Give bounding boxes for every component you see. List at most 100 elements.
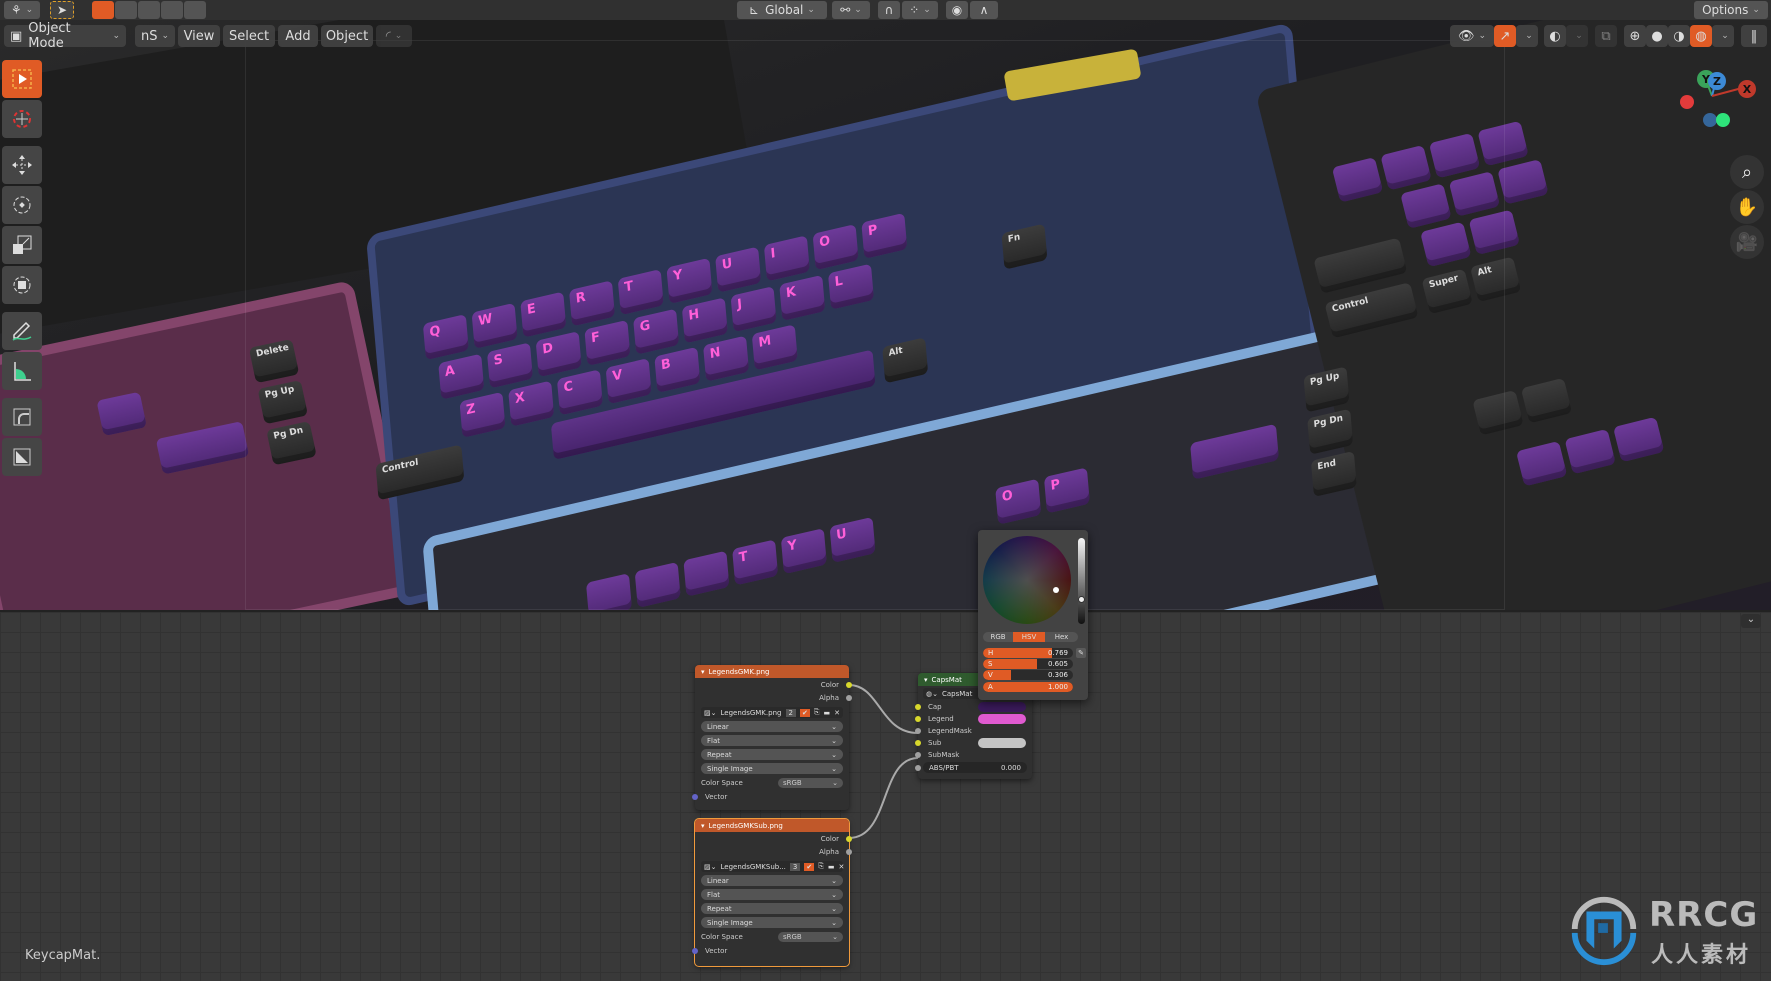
select-mode-extend-icon[interactable] [115,1,137,19]
image-name[interactable]: LegendsGMK.png [720,709,781,717]
folder-icon[interactable]: ▬ [828,863,835,871]
color-space-dropdown[interactable]: sRGB ⌄ [778,777,843,788]
interpolation-dropdown[interactable]: Linear ⌄ [701,875,843,886]
output-socket[interactable] [846,694,852,701]
extension-dropdown[interactable]: Repeat ⌄ [701,903,843,914]
color-picker-popup[interactable]: RGB HSV Hex H 0.769 S 0.605 V 0.306 A 1.000 … [978,530,1088,700]
output-socket[interactable] [846,848,852,855]
input-socket[interactable] [915,752,921,758]
gizmo-neg-x[interactable] [1680,95,1694,109]
input-socket[interactable] [915,704,921,710]
snap-target-dropdown[interactable]: ⁘ ⌄ [902,1,938,19]
mode-dropdown[interactable]: ▣ Object Mode ⌄ [4,21,126,51]
wheel-cursor[interactable] [1053,587,1059,593]
image-texture-node-legends-sub[interactable]: ▾ LegendsGMKSub.png Color Alpha ▨⌄ Legends… [692,818,852,967]
saturation-field[interactable]: S 0.605 [983,659,1073,669]
value-field[interactable]: V 0.306 [983,670,1073,680]
input-socket[interactable] [915,728,921,734]
editor-type-button[interactable]: ⚘ ⌄ [4,1,40,19]
view-layer-dropdown[interactable]: nS ⌄ [135,25,175,47]
projection-dropdown[interactable]: Flat ⌄ [701,889,843,900]
tool-add-primitive[interactable] [2,438,42,476]
overlays-dropdown[interactable]: ⌄ [1566,25,1588,47]
shading-material[interactable]: ◑ [1668,25,1690,47]
tool-add-cube[interactable] [2,398,42,436]
unlink-icon[interactable]: ✕ [838,863,844,871]
color-space-dropdown[interactable]: sRGB ⌄ [778,931,843,942]
legend-color-swatch[interactable] [978,714,1026,724]
shading-rendered[interactable]: ◍ [1690,25,1712,47]
image-datablock[interactable]: ▨⌄ LegendsGMKSub... 3 ✔ ⎘ ▬ ✕ [701,861,844,872]
snap-toggle[interactable]: ∩ [878,1,900,19]
tool-cursor[interactable] [2,100,42,138]
gizmo-neg-z[interactable] [1703,113,1717,127]
cap-color-swatch[interactable] [978,702,1026,712]
menu-select[interactable]: Select [223,25,275,47]
abs-pbt-field[interactable]: ABS/PBT 0.000 [915,762,1027,773]
input-socket[interactable] [915,716,921,722]
node-header[interactable]: ▾ LegendsGMK.png [695,665,849,678]
select-tool-icon[interactable]: ➤ [50,1,74,19]
input-socket[interactable] [915,740,921,746]
copy-icon[interactable]: ⎘ [818,862,824,871]
sub-color-swatch[interactable] [978,738,1026,748]
extension-dropdown[interactable]: Repeat ⌄ [701,749,843,760]
value-slider[interactable] [1078,538,1085,624]
tab-hex[interactable]: Hex [1045,632,1078,642]
image-name[interactable]: LegendsGMKSub... [720,863,785,871]
menu-object[interactable]: Object [321,25,373,47]
select-mode-subtract-icon[interactable] [138,1,160,19]
gizmo-dropdown[interactable]: ⌄ [1516,25,1538,47]
image-datablock[interactable]: ▨⌄ LegendsGMK.png 2 ✔ ⎘ ▬ ✕ [701,707,843,718]
shading-dropdown[interactable]: ⌄ [1712,25,1734,47]
select-mode-new-icon[interactable] [92,1,114,19]
pivot-point-dropdown[interactable]: ⚯ ⌄ [832,1,870,19]
input-socket[interactable] [692,948,698,954]
tool-rotate[interactable] [2,186,42,224]
gizmo-x-axis[interactable]: X [1738,80,1756,98]
3d-viewport[interactable]: Q W E R T Y U I O P A S D F G H J K L Z … [0,20,1771,610]
hue-saturation-wheel[interactable] [983,536,1071,624]
tool-move[interactable] [2,146,42,184]
fake-user-icon[interactable]: ✔ [804,862,815,871]
input-socket[interactable] [692,794,698,800]
camera-view-button[interactable]: 🎥 [1730,225,1764,259]
visibility-dropdown[interactable]: 👁 ⌄ [1450,25,1494,47]
input-socket[interactable] [915,764,921,771]
shading-solid[interactable]: ● [1646,25,1668,47]
image-texture-node-legends[interactable]: ▾ LegendsGMK.png Color Alpha ▨⌄ LegendsGMK… [692,665,852,810]
tab-hsv[interactable]: HSV [1013,632,1045,642]
navigation-gizmo[interactable]: Y Z X [1670,70,1765,150]
proportional-edit-toggle[interactable]: ◉ [946,1,968,19]
falloff-dropdown[interactable]: ∧ [970,1,998,19]
sidebar-toggle[interactable]: ‖ [1741,25,1767,47]
tool-transform[interactable] [2,266,42,304]
source-dropdown[interactable]: Single Image ⌄ [701,763,843,774]
shading-wireframe[interactable]: ⊕ [1624,25,1646,47]
select-mode-intersect-icon[interactable] [184,1,206,19]
zoom-view-button[interactable]: ⌕ [1730,155,1764,189]
projection-dropdown[interactable]: Flat ⌄ [701,735,843,746]
tool-measure[interactable] [2,352,42,390]
node-header[interactable]: ▾ LegendsGMKSub.png [695,819,849,832]
hue-field[interactable]: H 0.769 [983,648,1073,658]
gizmo-z-axis[interactable]: Z [1708,72,1726,90]
select-mode-difference-icon[interactable] [161,1,183,19]
gizmo-toggle[interactable]: ↗ [1494,25,1516,47]
overlays-toggle[interactable]: ◐ [1544,25,1566,47]
unlink-icon[interactable]: ✕ [834,709,840,717]
xray-toggle[interactable]: ⧉ [1595,25,1617,47]
tool-annotate[interactable] [2,312,42,350]
menu-add[interactable]: Add [278,25,318,47]
tab-rgb[interactable]: RGB [983,632,1013,642]
options-dropdown[interactable]: Options ⌄ [1694,1,1768,19]
shader-node-editor[interactable]: ⌄ [0,610,1771,981]
eyedropper-button[interactable]: ✎ [1076,648,1086,658]
transform-affect-dropdown[interactable]: ◜ ⌄ [376,25,412,47]
menu-view[interactable]: View [178,25,220,47]
output-socket[interactable] [846,681,852,688]
source-dropdown[interactable]: Single Image ⌄ [701,917,843,928]
copy-icon[interactable]: ⎘ [814,708,820,717]
collapse-header-button[interactable]: ⌄ [1741,614,1761,628]
transform-orientation-dropdown[interactable]: ⊾ Global ⌄ [737,1,827,19]
